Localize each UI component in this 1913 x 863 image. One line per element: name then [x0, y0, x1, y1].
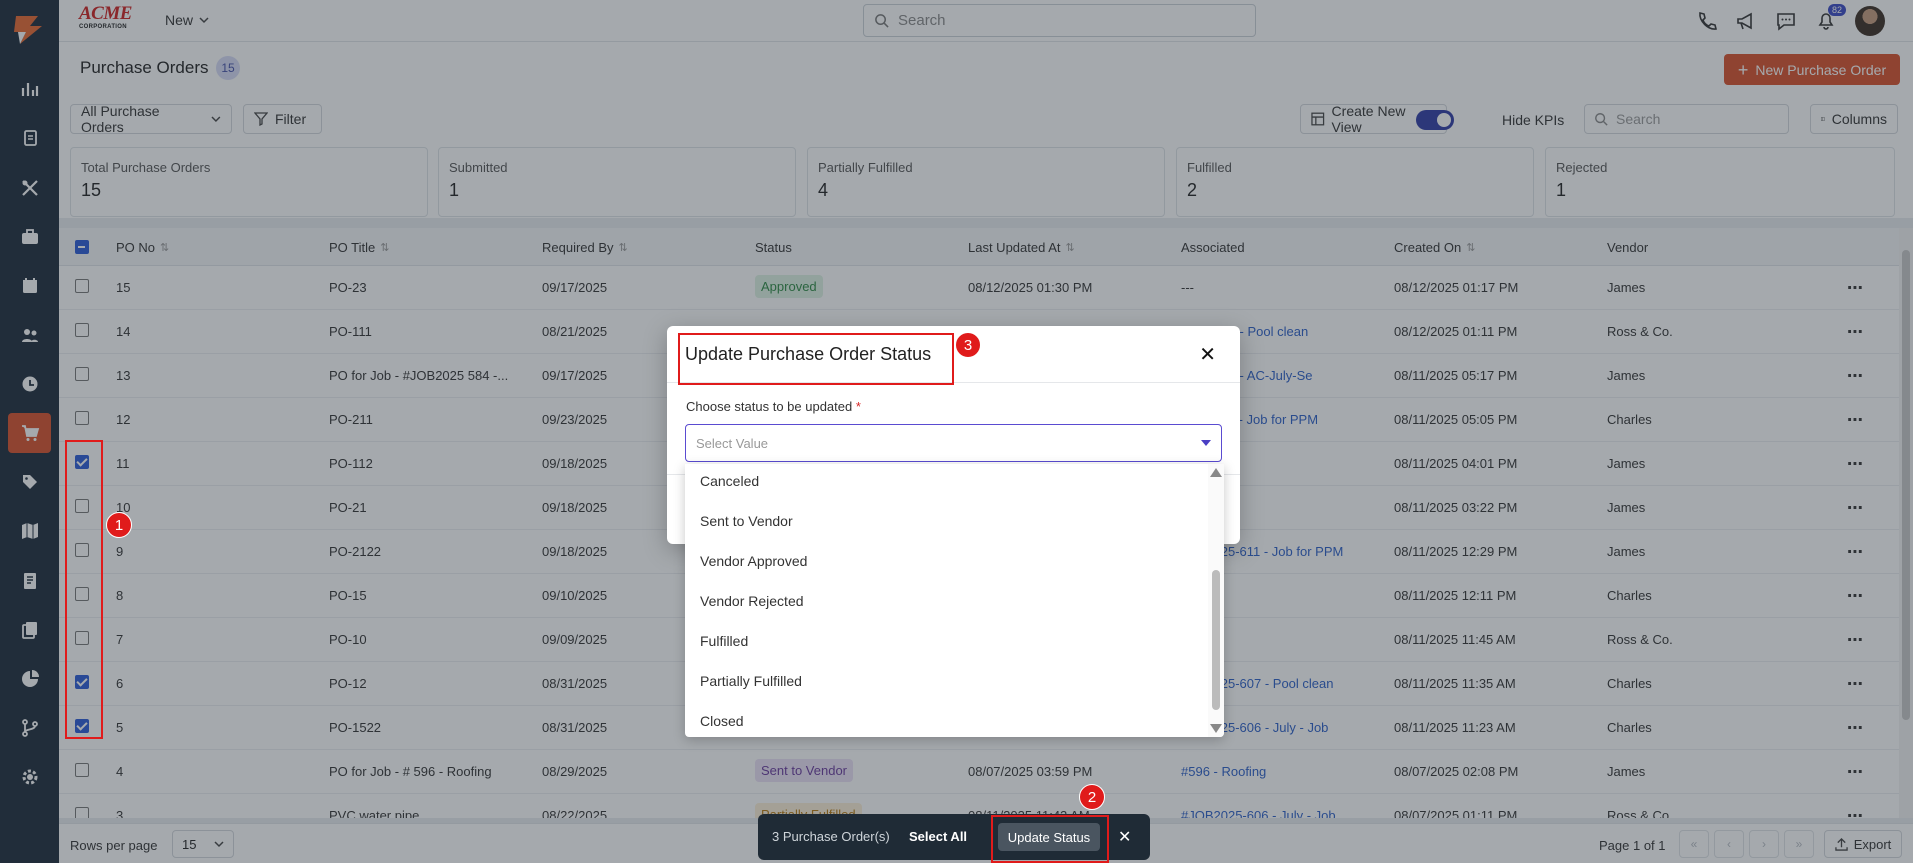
status-option[interactable]: Sent to Vendor: [700, 513, 793, 529]
select-all-button[interactable]: Select All: [909, 829, 967, 844]
annotation-box-modal-title: [678, 333, 954, 385]
close-icon[interactable]: ✕: [1199, 342, 1216, 367]
status-select-placeholder: Select Value: [696, 435, 769, 451]
status-option[interactable]: Canceled: [700, 473, 759, 489]
scrollbar-thumb[interactable]: [1212, 570, 1220, 710]
status-option[interactable]: Partially Fulfilled: [700, 673, 802, 689]
annotation-marker: 3: [955, 332, 981, 358]
annotation-box-update-status: [991, 815, 1109, 863]
annotation-marker: 1: [106, 512, 132, 538]
annotation-box-checkboxes: [65, 440, 103, 739]
status-field-label: Choose status to be updated *: [686, 399, 861, 414]
selected-count: 3 Purchase Order(s): [772, 829, 890, 844]
status-field-label-text: Choose status to be updated: [686, 399, 853, 414]
caret-down-icon: [1201, 440, 1211, 446]
status-option[interactable]: Closed: [700, 713, 744, 729]
annotation-marker: 2: [1079, 784, 1105, 810]
close-icon[interactable]: ✕: [1118, 827, 1131, 847]
status-select[interactable]: Select Value: [685, 424, 1222, 462]
scroll-up-icon[interactable]: [1210, 468, 1222, 477]
scroll-down-icon[interactable]: [1210, 724, 1222, 733]
status-option[interactable]: Vendor Approved: [700, 553, 807, 569]
options-scrollbar[interactable]: [1208, 464, 1224, 737]
status-option[interactable]: Vendor Rejected: [700, 593, 804, 609]
status-options-list: Canceled Sent to Vendor Vendor Approved …: [685, 464, 1224, 737]
required-marker: *: [855, 399, 861, 414]
status-option[interactable]: Fulfilled: [700, 633, 748, 649]
